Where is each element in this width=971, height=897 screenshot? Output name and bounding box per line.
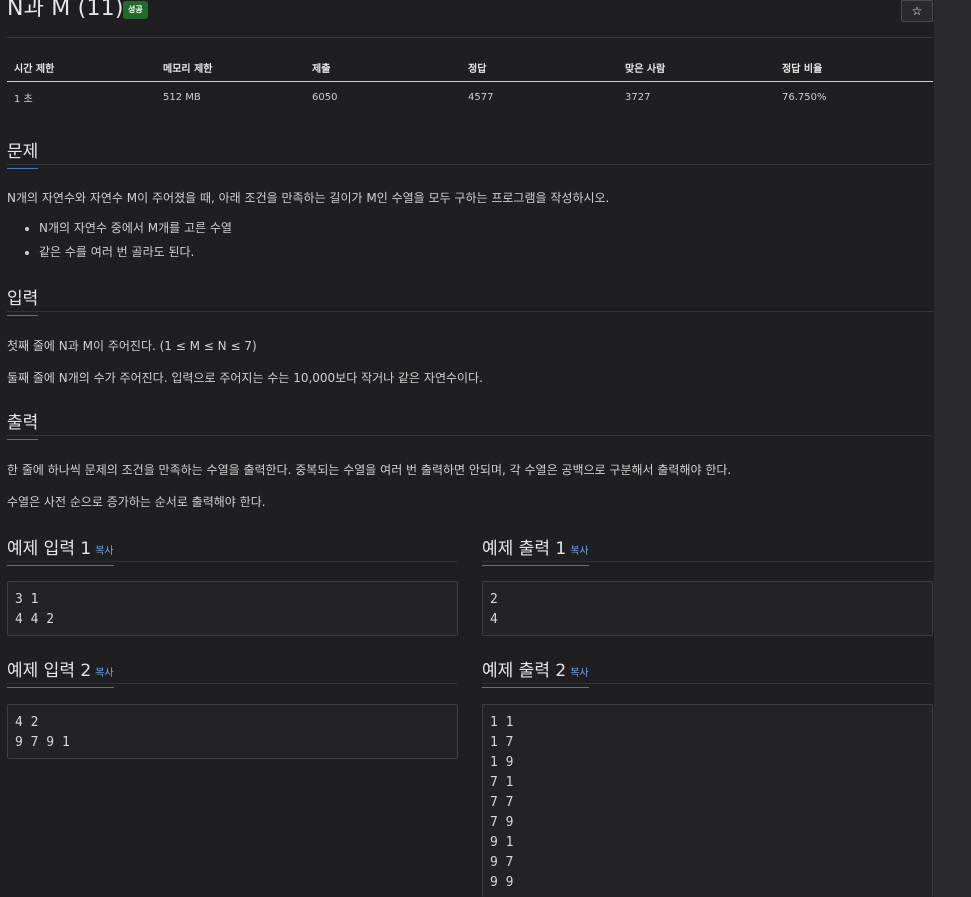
sample-output-1-box[interactable]: 2 4 <box>482 581 933 636</box>
divider <box>7 561 457 562</box>
stats-cell-time-limit: 1 초 <box>14 93 33 105</box>
output-section-header: 출력 <box>7 408 933 440</box>
sample-output-1-title: 예제 출력 1 <box>482 539 567 559</box>
input-description-line1: 첫째 줄에 N과 M이 주어진다. (1 ≤ M ≤ N ≤ 7) <box>7 339 257 353</box>
star-button[interactable]: ☆ <box>901 0 933 22</box>
copy-sample-output-1-button[interactable]: 복사 <box>570 546 588 557</box>
divider <box>7 37 933 38</box>
input-description-line2: 둘째 줄에 N개의 수가 주어진다. 입력으로 주어지는 수는 10,000보다… <box>7 371 483 385</box>
stats-header-accepted: 정답 <box>461 57 618 82</box>
stats-cell-ratio: 76.750% <box>782 91 827 103</box>
problem-description: N개의 자연수와 자연수 M이 주어졌을 때, 아래 조건을 만족하는 길이가 … <box>7 191 610 205</box>
star-icon: ☆ <box>911 4 923 18</box>
stats-cell-submissions[interactable]: 6050 <box>305 82 461 110</box>
sample-input-1-box[interactable]: 3 1 4 4 2 <box>7 581 458 636</box>
status-badge: 성공 <box>123 1 148 19</box>
sample-input-2-box[interactable]: 4 2 9 7 9 1 <box>7 704 458 759</box>
divider <box>7 435 933 436</box>
stats-table: 시간 제한 메모리 제한 제출 정답 맞은 사람 정답 비율 1 초 512 M… <box>7 57 933 109</box>
sample-output-2-title: 예제 출력 2 <box>482 661 567 681</box>
list-item: N개의 자연수 중에서 M개를 고른 수열 <box>39 216 232 240</box>
scrollbar-track[interactable] <box>934 0 971 897</box>
stats-cell-solved-users: 3727 <box>625 91 651 103</box>
sample-output-2-header: 예제 출력 2 복사 <box>482 656 933 688</box>
sample-input-1-title: 예제 입력 1 <box>7 539 92 559</box>
copy-sample-output-2-button[interactable]: 복사 <box>570 668 588 679</box>
divider <box>7 311 933 312</box>
copy-sample-input-1-button[interactable]: 복사 <box>95 546 113 557</box>
stats-header-solved-users: 맞은 사람 <box>618 57 775 82</box>
page-title: N과 M (11) <box>7 0 124 21</box>
stats-row: 1 초 512 MB 6050 4577 3727 76.750% <box>7 82 933 110</box>
divider <box>482 561 933 562</box>
condition-list: N개의 자연수 중에서 M개를 고른 수열 같은 수를 여러 번 골라도 된다. <box>21 216 232 264</box>
list-item: 같은 수를 여러 번 골라도 된다. <box>39 240 232 264</box>
input-section-header: 입력 <box>7 284 933 316</box>
stats-header-ratio: 정답 비율 <box>775 57 933 82</box>
stats-header-submissions: 제출 <box>305 57 461 82</box>
stats-cell-accepted: 4577 <box>468 91 494 103</box>
sample-input-2-header: 예제 입력 2 복사 <box>7 656 457 688</box>
problem-page: N과 M (11) 성공 ☆ 시간 제한 메모리 제한 제출 정답 맞은 사람 … <box>7 0 933 897</box>
output-description-line1: 한 줄에 하나씩 문제의 조건을 만족하는 수열을 출력한다. 중복되는 수열을… <box>7 463 732 477</box>
divider <box>482 683 933 684</box>
stats-header-time-limit: 시간 제한 <box>7 57 156 82</box>
divider <box>7 683 457 684</box>
divider <box>7 164 933 165</box>
stats-cell-memory-limit: 512 MB <box>163 91 201 103</box>
sample-output-2-box[interactable]: 1 1 1 7 1 9 7 1 7 7 7 9 9 1 9 7 9 9 <box>482 704 933 897</box>
copy-sample-input-2-button[interactable]: 복사 <box>95 668 113 679</box>
problem-section-header: 문제 <box>7 137 933 169</box>
stats-header-memory-limit: 메모리 제한 <box>156 57 305 82</box>
output-description-line2: 수열은 사전 순으로 증가하는 순서로 출력해야 한다. <box>7 495 266 509</box>
title-row: N과 M (11) 성공 <box>7 0 933 30</box>
sample-input-2-title: 예제 입력 2 <box>7 661 92 681</box>
sample-input-1-header: 예제 입력 1 복사 <box>7 534 457 566</box>
stats-header-row: 시간 제한 메모리 제한 제출 정답 맞은 사람 정답 비율 <box>7 57 933 82</box>
sample-output-1-header: 예제 출력 1 복사 <box>482 534 933 566</box>
